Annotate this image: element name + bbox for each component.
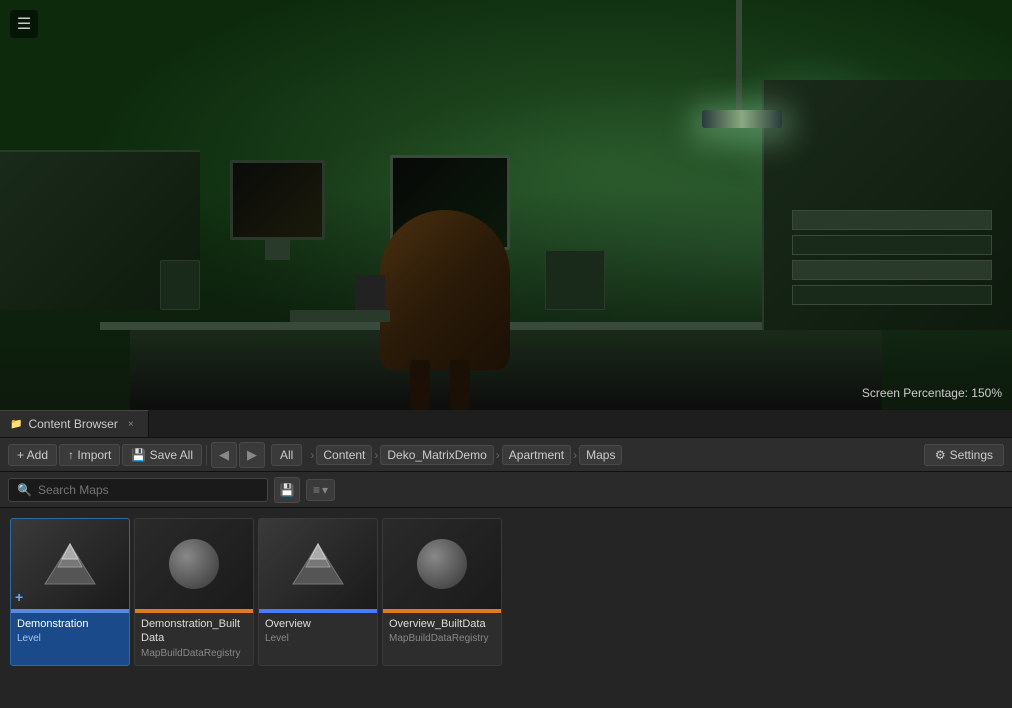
screen-percentage: Screen Percentage: 150% <box>862 386 1002 400</box>
all-button[interactable]: All <box>271 444 302 466</box>
asset-type-label: MapBuildDataRegistry <box>389 633 495 644</box>
asset-info: Demonstration Level <box>11 613 129 650</box>
content-browser-panel: 📁 Content Browser × + Add ↑ Import 💾 Sav… <box>0 410 1012 708</box>
tab-label: Content Browser <box>28 417 117 431</box>
nav-back-button[interactable]: ◀ <box>211 442 237 468</box>
dropdown-icon: ▾ <box>322 483 328 497</box>
asset-type-label: Level <box>17 633 123 644</box>
asset-item-demonstration[interactable]: + Demonstration Level <box>10 518 130 666</box>
asset-type-label: Level <box>265 633 371 644</box>
asset-item-demonstration-builtdata[interactable]: Demonstration_BuiltData MapBuildDataRegi… <box>134 518 254 666</box>
settings-icon: ⚙ <box>935 448 946 462</box>
save-search-button[interactable]: 💾 <box>274 477 300 503</box>
asset-thumbnail: + <box>11 519 129 609</box>
toolbar-separator <box>206 445 207 465</box>
sort-icon: ≡ <box>313 483 320 497</box>
asset-name: Demonstration_BuiltData <box>141 617 247 646</box>
sphere-icon <box>417 539 467 589</box>
settings-button[interactable]: ⚙ Settings <box>924 444 1004 466</box>
asset-thumbnail <box>259 519 377 609</box>
save-all-button[interactable]: 💾 Save All <box>122 444 202 466</box>
nav-forward-button[interactable]: ▶ <box>239 442 265 468</box>
content-browser-tab[interactable]: 📁 Content Browser × <box>0 410 149 437</box>
asset-info: Overview_BuiltData MapBuildDataRegistry <box>383 613 501 650</box>
search-wrapper: 🔍 <box>8 478 268 502</box>
add-button[interactable]: + Add <box>8 444 57 466</box>
import-button[interactable]: ↑ Import <box>59 444 120 466</box>
tab-close-button[interactable]: × <box>124 417 138 432</box>
asset-item-overview-builtdata[interactable]: Overview_BuiltData MapBuildDataRegistry <box>382 518 502 666</box>
search-bar: 🔍 💾 ≡ ▾ <box>0 472 1012 508</box>
asset-info: Overview Level <box>259 613 377 650</box>
asset-name: Overview <box>265 617 371 631</box>
asset-thumbnail <box>383 519 501 609</box>
sort-options-button[interactable]: ≡ ▾ <box>306 479 335 501</box>
asset-name: Overview_BuiltData <box>389 617 495 631</box>
add-icon: + <box>15 589 23 605</box>
toolbar: + Add ↑ Import 💾 Save All ◀ ▶ All › Cont… <box>0 438 1012 472</box>
asset-type-label: MapBuildDataRegistry <box>141 648 247 659</box>
tab-icon: 📁 <box>10 419 22 430</box>
sphere-icon <box>169 539 219 589</box>
viewport: Screen Percentage: 150% ☰ <box>0 0 1012 410</box>
breadcrumb-apartment[interactable]: Apartment <box>502 445 571 465</box>
asset-info: Demonstration_BuiltData MapBuildDataRegi… <box>135 613 253 665</box>
asset-thumbnail <box>135 519 253 609</box>
breadcrumb: › Content › Deko_MatrixDemo › Apartment … <box>308 445 922 465</box>
asset-item-overview[interactable]: Overview Level <box>258 518 378 666</box>
breadcrumb-deko[interactable]: Deko_MatrixDemo <box>380 445 493 465</box>
menu-button[interactable]: ☰ <box>10 10 38 38</box>
tab-bar: 📁 Content Browser × <box>0 410 1012 438</box>
breadcrumb-content[interactable]: Content <box>316 445 372 465</box>
asset-name: Demonstration <box>17 617 123 631</box>
search-icon: 🔍 <box>17 483 32 497</box>
asset-grid: + Demonstration Level Demonstration_Buil… <box>0 508 1012 708</box>
search-input[interactable] <box>38 483 238 497</box>
breadcrumb-maps[interactable]: Maps <box>579 445 622 465</box>
save-icon: 💾 <box>280 483 295 497</box>
